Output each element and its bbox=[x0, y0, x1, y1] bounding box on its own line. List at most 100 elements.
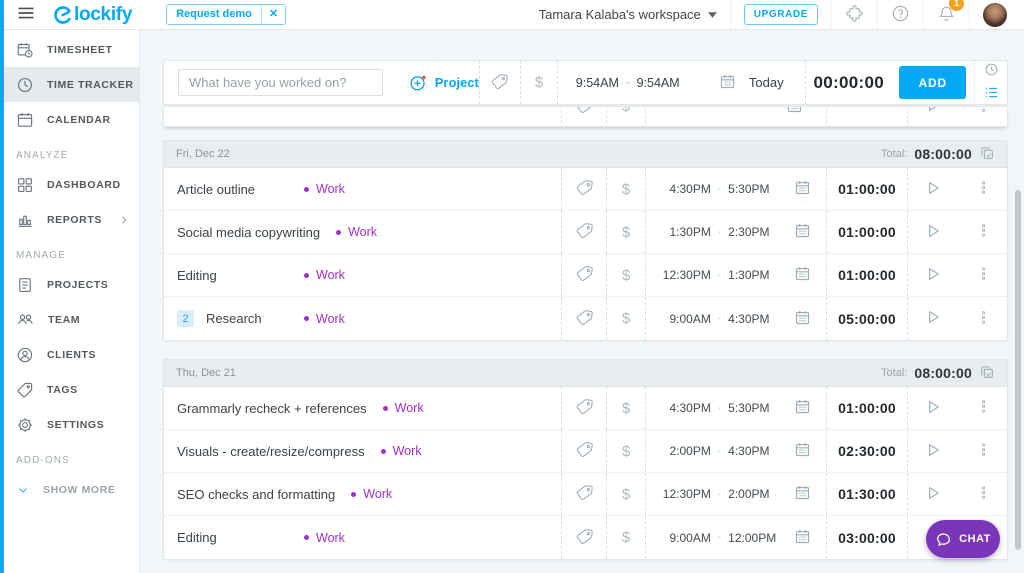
entry-project[interactable]: Work bbox=[351, 487, 392, 501]
entry-menu-button[interactable] bbox=[976, 485, 991, 503]
entry-menu-button[interactable] bbox=[976, 107, 991, 116]
calendar-button[interactable] bbox=[794, 222, 811, 242]
entry-duration[interactable]: 01:00:00 bbox=[826, 387, 907, 429]
entry-duration[interactable]: 02:30:00 bbox=[826, 430, 907, 472]
entry-count-badge[interactable]: 2 bbox=[177, 310, 194, 327]
calendar-button[interactable] bbox=[719, 73, 736, 93]
billable-button[interactable]: $ bbox=[622, 529, 630, 546]
entry-project[interactable]: Work bbox=[336, 225, 377, 239]
sidebar-item-tags[interactable]: TAGS bbox=[0, 372, 139, 407]
entry-description[interactable]: SEO checks and formatting bbox=[177, 487, 335, 502]
entry-description[interactable]: Grammarly recheck + references bbox=[177, 401, 367, 416]
entry-project[interactable]: Work bbox=[304, 268, 345, 282]
tag-button[interactable] bbox=[575, 308, 594, 330]
sidebar-item-clients[interactable]: CLIENTS bbox=[0, 337, 139, 372]
calendar-button[interactable] bbox=[794, 398, 811, 418]
entry-end-time[interactable]: 5:30PM bbox=[728, 401, 782, 415]
end-time-field[interactable]: 9:54AM bbox=[637, 76, 680, 90]
date-label[interactable]: Today bbox=[749, 75, 784, 90]
entry-project[interactable]: Work bbox=[382, 401, 424, 415]
entry-duration[interactable]: 01:00:00 bbox=[826, 254, 907, 296]
continue-entry-button[interactable] bbox=[924, 265, 942, 286]
entry-project[interactable]: Work bbox=[304, 312, 345, 326]
entry-menu-button[interactable] bbox=[976, 180, 991, 198]
entry-end-time[interactable]: 2:30PM bbox=[728, 225, 782, 239]
hamburger-menu-button[interactable] bbox=[16, 3, 36, 26]
entry-project[interactable]: Work bbox=[304, 182, 345, 196]
workspace-switcher[interactable]: Tamara Kalaba's workspace bbox=[526, 0, 730, 29]
continue-entry-button[interactable] bbox=[924, 484, 942, 505]
entry-description[interactable]: Research bbox=[206, 311, 262, 326]
entry-start-time[interactable]: 12:30PM bbox=[661, 487, 711, 501]
manual-mode-button[interactable] bbox=[984, 85, 999, 103]
calendar-button[interactable] bbox=[794, 179, 811, 199]
entry-duration[interactable]: 03:00:00 bbox=[826, 516, 907, 559]
entry-menu-button[interactable] bbox=[976, 223, 991, 241]
clockify-logo[interactable]: lockify bbox=[53, 4, 132, 26]
entry-description[interactable]: Editing bbox=[177, 530, 217, 545]
tag-button[interactable] bbox=[575, 397, 594, 419]
sidebar-item-timesheet[interactable]: TIMESHEET bbox=[0, 32, 139, 67]
entry-menu-button[interactable] bbox=[976, 310, 991, 328]
entry-menu-button[interactable] bbox=[976, 399, 991, 417]
sidebar-item-show-more[interactable]: SHOW MORE bbox=[0, 472, 139, 507]
continue-entry-button[interactable] bbox=[924, 107, 942, 117]
entry-description[interactable]: Editing bbox=[177, 268, 217, 283]
billable-button[interactable]: $ bbox=[622, 486, 630, 503]
start-time-field[interactable]: 9:54AM bbox=[576, 76, 619, 90]
billable-button[interactable]: $ bbox=[622, 267, 630, 284]
entry-start-time[interactable]: 12:30PM bbox=[661, 268, 711, 282]
entry-start-time[interactable]: 9:00AM bbox=[661, 312, 710, 326]
billable-button[interactable]: $ bbox=[535, 74, 543, 91]
duration-display[interactable]: 00:00:00 bbox=[805, 61, 891, 104]
timer-mode-button[interactable] bbox=[984, 62, 999, 80]
entry-description[interactable]: Visuals - create/resize/compress bbox=[177, 444, 365, 459]
sidebar-item-team[interactable]: TEAM bbox=[0, 302, 139, 337]
scrollbar-thumb[interactable] bbox=[1015, 190, 1021, 550]
entry-start-time[interactable]: 9:00AM bbox=[661, 531, 710, 545]
entry-description[interactable]: Article outline bbox=[177, 182, 255, 197]
sidebar-item-settings[interactable]: SETTINGS bbox=[0, 407, 139, 442]
entry-duration[interactable]: 01:00:00 bbox=[826, 168, 907, 210]
entry-end-time[interactable]: 1:30PM bbox=[728, 268, 782, 282]
tag-button[interactable] bbox=[575, 178, 594, 200]
entry-project[interactable]: Work bbox=[304, 531, 345, 545]
billable-button[interactable]: $ bbox=[622, 310, 630, 327]
entry-project[interactable]: Work bbox=[380, 444, 422, 458]
continue-entry-button[interactable] bbox=[924, 179, 942, 200]
entry-menu-button[interactable] bbox=[976, 266, 991, 284]
help-button[interactable] bbox=[891, 4, 910, 26]
project-picker-button[interactable]: Project bbox=[409, 74, 479, 92]
continue-entry-button[interactable] bbox=[924, 441, 942, 462]
notifications-button[interactable]: 1 bbox=[937, 0, 964, 26]
tag-button[interactable] bbox=[575, 527, 594, 549]
sidebar-item-dashboard[interactable]: DASHBOARD bbox=[0, 167, 139, 202]
sidebar-item-time-tracker[interactable]: TIME TRACKER bbox=[0, 67, 139, 102]
tag-button[interactable] bbox=[575, 264, 594, 286]
duplicate-day-button[interactable] bbox=[979, 145, 995, 164]
request-demo-button[interactable]: Request demo bbox=[167, 5, 261, 24]
billable-button[interactable]: $ bbox=[622, 400, 630, 417]
calendar-button[interactable] bbox=[786, 107, 803, 117]
tag-button[interactable] bbox=[490, 72, 509, 94]
add-time-button[interactable]: ADD bbox=[899, 66, 967, 99]
billable-button[interactable]: $ bbox=[622, 107, 630, 115]
calendar-button[interactable] bbox=[794, 528, 811, 548]
entry-start-time[interactable]: 2:00PM bbox=[661, 444, 710, 458]
calendar-button[interactable] bbox=[794, 441, 811, 461]
billable-button[interactable]: $ bbox=[622, 224, 630, 241]
tag-button[interactable] bbox=[575, 440, 594, 462]
calendar-button[interactable] bbox=[794, 309, 811, 329]
sidebar-item-projects[interactable]: PROJECTS bbox=[0, 267, 139, 302]
entry-duration[interactable] bbox=[826, 107, 907, 126]
duplicate-day-button[interactable] bbox=[979, 364, 995, 383]
entry-end-time[interactable]: 2:00PM bbox=[728, 487, 782, 501]
entry-duration[interactable]: 01:30:00 bbox=[826, 473, 907, 515]
calendar-button[interactable] bbox=[794, 484, 811, 504]
entry-start-time[interactable]: 4:30PM bbox=[661, 401, 710, 415]
sidebar-item-calendar[interactable]: CALENDAR bbox=[0, 102, 139, 137]
entry-end-time[interactable]: 5:30PM bbox=[728, 182, 782, 196]
continue-entry-button[interactable] bbox=[924, 308, 942, 329]
calendar-button[interactable] bbox=[794, 265, 811, 285]
description-input[interactable] bbox=[178, 69, 383, 96]
